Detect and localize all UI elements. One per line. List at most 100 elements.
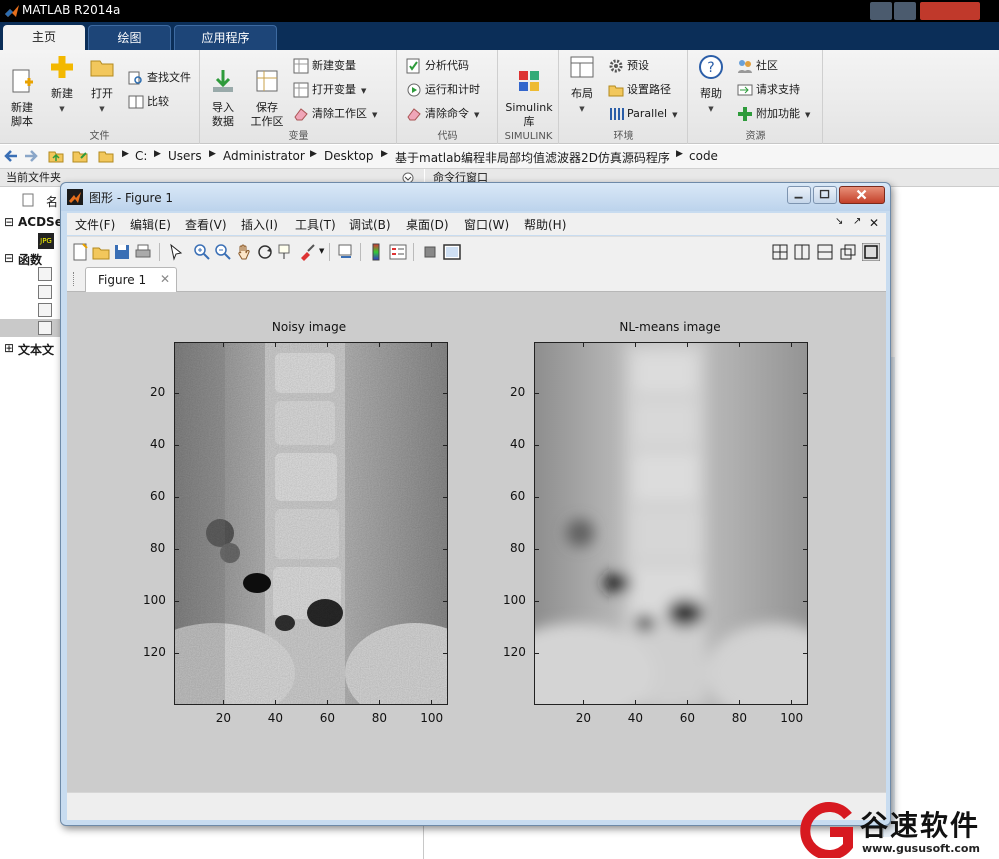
- save-icon[interactable]: [113, 243, 131, 261]
- function-file-icon: [38, 267, 52, 281]
- parallel-button[interactable]: Parallel ▼: [608, 104, 677, 124]
- preferences-button[interactable]: 预设: [608, 56, 649, 76]
- menu-desktop[interactable]: 桌面(D): [406, 216, 449, 233]
- analyze-code-button[interactable]: 分析代码: [406, 56, 469, 76]
- new-button[interactable]: 新建 ▼: [44, 54, 80, 116]
- name-column-header[interactable]: 名: [46, 193, 58, 210]
- tab-figure-1[interactable]: Figure 1 ✕: [85, 267, 177, 293]
- zoom-out-icon[interactable]: [214, 243, 232, 261]
- selected-file-row[interactable]: [0, 319, 60, 337]
- open-variable-button[interactable]: 打开变量 ▼: [293, 80, 366, 100]
- expand-icon[interactable]: ⊞: [4, 341, 14, 355]
- minimize-button[interactable]: [787, 186, 811, 204]
- colorbar-icon[interactable]: [367, 243, 385, 261]
- pointer-icon[interactable]: [167, 243, 185, 261]
- add-ons-button[interactable]: 附加功能 ▼: [737, 104, 810, 124]
- set-path-button[interactable]: 设置路径: [608, 80, 671, 100]
- simulink-library-button[interactable]: Simulink 库: [501, 54, 557, 129]
- new-figure-icon[interactable]: [71, 243, 89, 261]
- tree-item[interactable]: ⊟ ACDSe: [0, 213, 63, 233]
- save-workspace-button[interactable]: 保存 工作区: [247, 54, 287, 129]
- menu-view[interactable]: 查看(V): [185, 216, 227, 233]
- tab-plots[interactable]: 绘图: [88, 25, 171, 50]
- brush-icon[interactable]: [298, 243, 316, 261]
- open-button[interactable]: 打开 ▼: [84, 54, 120, 116]
- tab-apps[interactable]: 应用程序: [174, 25, 277, 50]
- new-script-button[interactable]: 新建 脚本: [4, 54, 40, 129]
- x-tick-mark: [223, 343, 224, 347]
- undock-icon[interactable]: ↗: [853, 216, 861, 227]
- help-button[interactable]: ? 帮助 ▼: [693, 54, 729, 116]
- tile-rows-icon[interactable]: [816, 243, 834, 261]
- close-figure-icon[interactable]: ✕: [869, 216, 879, 230]
- tree-item[interactable]: ⊟ 函数: [0, 249, 60, 269]
- tab-home[interactable]: 主页: [3, 25, 85, 50]
- x-tick-label: 60: [679, 711, 696, 725]
- float-window-icon[interactable]: [839, 243, 857, 261]
- breadcrumb-item[interactable]: Desktop: [324, 149, 374, 163]
- toolbar-divider: [329, 243, 330, 261]
- layout-button[interactable]: 布局 ▼: [564, 54, 600, 116]
- noisy-image-axes[interactable]: [135, 342, 485, 723]
- compare-button[interactable]: 比较: [128, 92, 169, 112]
- browse-folder-icon[interactable]: [72, 148, 88, 164]
- nl-means-image-axes[interactable]: [495, 342, 845, 723]
- find-files-button[interactable]: 查找文件: [128, 68, 191, 88]
- tile-grid-icon[interactable]: [771, 243, 789, 261]
- run-and-time-button[interactable]: 运行和计时: [406, 80, 480, 100]
- menu-debug[interactable]: 调试(B): [349, 216, 391, 233]
- show-plot-tools-icon[interactable]: [443, 243, 461, 261]
- community-button[interactable]: 社区: [737, 56, 778, 76]
- breadcrumb-item[interactable]: Administrator: [223, 149, 305, 163]
- legend-icon[interactable]: [389, 243, 407, 261]
- data-cursor-icon[interactable]: [277, 243, 295, 261]
- back-arrow-icon[interactable]: [4, 149, 18, 163]
- up-folder-icon[interactable]: [48, 148, 64, 164]
- maximize-button[interactable]: [813, 186, 837, 204]
- chevron-down-icon: ▼: [579, 105, 585, 113]
- breadcrumb-separator: ▶: [154, 149, 161, 159]
- analyze-code-icon: [406, 58, 420, 74]
- clear-workspace-button[interactable]: 清除工作区 ▼: [293, 104, 377, 124]
- maximize-document-icon[interactable]: [862, 243, 880, 261]
- minimize-button[interactable]: [870, 2, 892, 20]
- close-tab-icon[interactable]: ✕: [160, 272, 170, 286]
- breadcrumb-item[interactable]: code: [689, 149, 718, 163]
- pan-hand-icon[interactable]: [235, 243, 253, 261]
- link-plot-icon[interactable]: [337, 243, 355, 261]
- breadcrumb-item[interactable]: 基于matlab编程非局部均值滤波器2D仿真源码程序: [395, 149, 670, 166]
- maximize-button[interactable]: [894, 2, 916, 20]
- shortcut-arrow-icon[interactable]: ↘: [835, 216, 843, 227]
- open-file-icon[interactable]: [92, 243, 110, 261]
- matlab-logo-icon: [5, 5, 19, 17]
- new-variable-button[interactable]: 新建变量: [293, 56, 356, 76]
- hide-plot-tools-icon[interactable]: [421, 243, 439, 261]
- menu-insert[interactable]: 插入(I): [241, 216, 278, 233]
- figure-canvas: Noisy image NL-means image 20 40 60 80 1…: [67, 292, 886, 792]
- zoom-in-icon[interactable]: [193, 243, 211, 261]
- chevron-down-icon: ▼: [672, 111, 678, 119]
- import-data-button[interactable]: 导入 数据: [205, 54, 241, 129]
- chevron-down-icon[interactable]: ▼: [319, 247, 324, 255]
- breadcrumb-item[interactable]: C:: [135, 149, 147, 163]
- close-button[interactable]: [839, 186, 885, 204]
- print-icon[interactable]: [134, 243, 152, 261]
- expand-icon[interactable]: ⊟: [4, 215, 14, 229]
- clear-commands-button[interactable]: 清除命令 ▼: [406, 104, 479, 124]
- expand-icon[interactable]: ⊟: [4, 251, 14, 265]
- forward-arrow-icon[interactable]: [24, 149, 38, 163]
- rotate-3d-icon[interactable]: [256, 243, 274, 261]
- close-button[interactable]: [920, 2, 980, 20]
- breadcrumb-item[interactable]: Users: [168, 149, 202, 163]
- menu-file[interactable]: 文件(F): [75, 216, 115, 233]
- request-support-button[interactable]: 请求支持: [737, 80, 800, 100]
- function-file-icon: [38, 303, 52, 317]
- tile-columns-icon[interactable]: [793, 243, 811, 261]
- menu-window[interactable]: 窗口(W): [464, 216, 509, 233]
- tree-item[interactable]: ⊞ 文本文: [0, 339, 60, 359]
- group-code: 分析代码 运行和计时 清除命令 ▼ 代码: [398, 50, 498, 144]
- function-file-icon: [38, 321, 52, 335]
- menu-tools[interactable]: 工具(T): [295, 216, 336, 233]
- menu-edit[interactable]: 编辑(E): [130, 216, 171, 233]
- menu-help[interactable]: 帮助(H): [524, 216, 566, 233]
